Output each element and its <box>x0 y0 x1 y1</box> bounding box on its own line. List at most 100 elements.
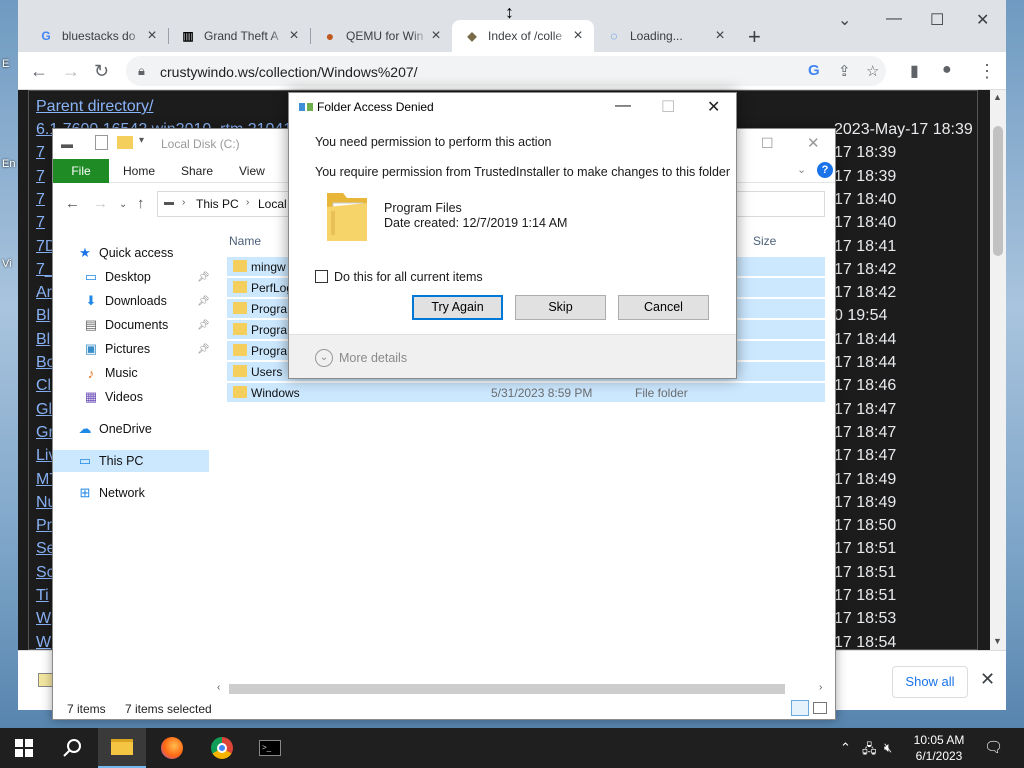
share-icon[interactable]: ⇪ <box>838 62 851 80</box>
column-name[interactable]: Name <box>229 234 261 248</box>
tab-qemu[interactable]: ● QEMU for Win × <box>310 20 452 52</box>
maximize-icon[interactable]: ☐ <box>761 135 774 152</box>
tab-gta[interactable]: ▥ Grand Theft A × <box>168 20 310 52</box>
cancel-button[interactable]: Cancel <box>618 295 709 320</box>
scroll-up-icon[interactable]: ▲ <box>993 92 1002 102</box>
directory-entry-link[interactable]: Bl <box>36 307 50 325</box>
skip-button[interactable]: Skip <box>515 295 606 320</box>
network-status-icon[interactable]: 🖧︎ <box>862 740 877 762</box>
download-bar-close-icon[interactable]: ✕ <box>980 669 995 690</box>
scrollbar-thumb[interactable] <box>229 684 785 694</box>
sidebar-item-documents[interactable]: ▤ Documents <box>83 314 168 336</box>
directory-entry-link[interactable]: W <box>36 634 51 650</box>
tab-close-icon[interactable]: × <box>286 27 302 45</box>
ribbon-share-tab[interactable]: Share <box>181 164 213 178</box>
help-icon[interactable]: ? <box>817 162 833 178</box>
tab-search-icon[interactable]: ⌄ <box>838 10 851 30</box>
minimize-icon[interactable]: — <box>886 10 902 28</box>
notifications-icon[interactable]: 🗨︎ <box>984 738 1003 756</box>
sidebar-item-quick-access[interactable]: ★ Quick access <box>77 242 173 264</box>
try-again-button[interactable]: Try Again <box>412 295 503 320</box>
volume-muted-icon[interactable]: 🔇︎ <box>884 740 892 756</box>
column-size[interactable]: Size <box>753 234 776 248</box>
horizontal-scrollbar[interactable]: ‹ › <box>217 681 827 697</box>
taskbar-firefox[interactable] <box>148 728 196 768</box>
directory-entry-link[interactable]: 7 <box>36 191 45 209</box>
ribbon-file-tab[interactable]: File <box>53 159 109 183</box>
sidebar-item-music[interactable]: ♪ Music <box>83 362 138 384</box>
directory-entry-link[interactable]: 7 <box>36 214 45 232</box>
tab-close-icon[interactable]: × <box>428 27 444 45</box>
lock-icon[interactable]: 🔒︎ <box>138 63 145 79</box>
parent-directory-link[interactable]: Parent directory/ <box>36 98 153 116</box>
tab-close-icon[interactable]: × <box>712 27 728 45</box>
system-clock[interactable]: 10:05 AM 6/1/2023 <box>904 732 974 764</box>
sidebar-item-network[interactable]: ⊞ Network <box>77 482 145 504</box>
sidebar-item-this-pc[interactable]: ▭ This PC <box>77 450 144 472</box>
recent-locations-icon[interactable]: ⌄ <box>119 199 127 210</box>
properties-icon[interactable] <box>95 135 108 150</box>
close-icon[interactable]: ✕ <box>707 97 720 117</box>
directory-entry-link[interactable]: 7 <box>36 168 45 186</box>
apply-all-label[interactable]: Do this for all current items <box>334 270 483 284</box>
directory-entry-link[interactable]: Ar <box>36 284 52 302</box>
file-row[interactable]: Windows 5/31/2023 8:59 PM File folder <box>227 382 825 402</box>
new-folder-icon[interactable] <box>117 136 133 149</box>
more-details-label[interactable]: More details <box>339 351 407 365</box>
scrollbar-thumb[interactable] <box>993 126 1003 256</box>
start-button[interactable] <box>0 728 48 768</box>
bookmark-star-icon[interactable]: ☆ <box>866 62 879 80</box>
forward-icon[interactable]: → <box>62 61 80 82</box>
directory-entry-link[interactable]: Ti <box>36 587 49 605</box>
chevron-down-icon[interactable]: ⌄ <box>315 349 333 367</box>
tab-loading[interactable]: ◌ Loading... × <box>594 20 736 52</box>
ribbon-home-tab[interactable]: Home <box>123 164 155 178</box>
side-panel-icon[interactable]: ▮ <box>910 61 919 81</box>
tab-close-icon[interactable]: × <box>570 27 586 45</box>
ribbon-expand-icon[interactable]: ⌄ <box>797 163 806 176</box>
page-scrollbar[interactable]: ▲ ▼ <box>990 90 1006 650</box>
details-view-icon[interactable] <box>791 700 809 716</box>
address-bar[interactable]: 🔒︎ crustywindo.ws/collection/Windows%207… <box>126 56 886 86</box>
tray-chevron-up-icon[interactable]: ⌃ <box>840 740 851 756</box>
profile-avatar-icon[interactable]: ● <box>942 61 952 79</box>
maximize-icon[interactable]: ☐ <box>661 97 675 117</box>
scroll-right-icon[interactable]: › <box>819 682 822 693</box>
large-icons-view-icon[interactable] <box>813 702 827 714</box>
directory-entry-link[interactable]: Cl <box>36 377 51 395</box>
directory-entry-link[interactable]: W <box>36 610 51 628</box>
tab-close-icon[interactable]: × <box>144 27 160 45</box>
directory-entry-link[interactable]: Gl <box>36 401 52 419</box>
minimize-icon[interactable]: — <box>615 97 631 115</box>
scroll-left-icon[interactable]: ‹ <box>217 682 220 693</box>
back-icon[interactable]: ← <box>30 61 48 82</box>
tab-index-active[interactable]: ◆ Index of /colle × <box>452 20 594 52</box>
sidebar-item-videos[interactable]: ▦ Videos <box>83 386 143 408</box>
directory-entry-link[interactable]: 7 <box>36 144 45 162</box>
address-local[interactable]: Local <box>258 197 287 211</box>
new-tab-icon[interactable]: + <box>748 24 761 50</box>
sidebar-item-desktop[interactable]: ▭ Desktop <box>83 266 151 288</box>
close-icon[interactable]: ✕ <box>807 134 820 152</box>
customize-toolbar-icon[interactable]: ▾ <box>139 135 144 146</box>
close-icon[interactable]: ✕ <box>976 10 989 30</box>
menu-kebab-icon[interactable]: ⋮ <box>978 61 996 82</box>
taskbar-terminal[interactable]: >_ <box>246 728 294 768</box>
sidebar-item-pictures[interactable]: ▣ Pictures <box>83 338 150 360</box>
back-icon[interactable]: ← <box>65 195 80 212</box>
reload-icon[interactable]: ↻ <box>94 61 109 82</box>
directory-entry-link[interactable]: Bl <box>36 331 50 349</box>
more-details-toggle[interactable]: ⌄ More details <box>289 334 736 378</box>
directory-entry-link[interactable]: Pr <box>36 517 52 535</box>
taskbar-chrome[interactable] <box>198 728 246 768</box>
address-this-pc[interactable]: This PC <box>196 197 239 211</box>
ribbon-view-tab[interactable]: View <box>239 164 265 178</box>
forward-icon[interactable]: → <box>93 195 108 212</box>
search-button[interactable] <box>48 728 96 768</box>
show-all-button[interactable]: Show all <box>892 666 968 698</box>
up-icon[interactable]: ↑ <box>137 195 145 212</box>
scroll-down-icon[interactable]: ▼ <box>993 636 1002 646</box>
tab-bluestacks[interactable]: G bluestacks do × <box>26 20 168 52</box>
maximize-icon[interactable]: ☐ <box>930 10 944 30</box>
google-lens-icon[interactable]: G <box>808 62 820 79</box>
